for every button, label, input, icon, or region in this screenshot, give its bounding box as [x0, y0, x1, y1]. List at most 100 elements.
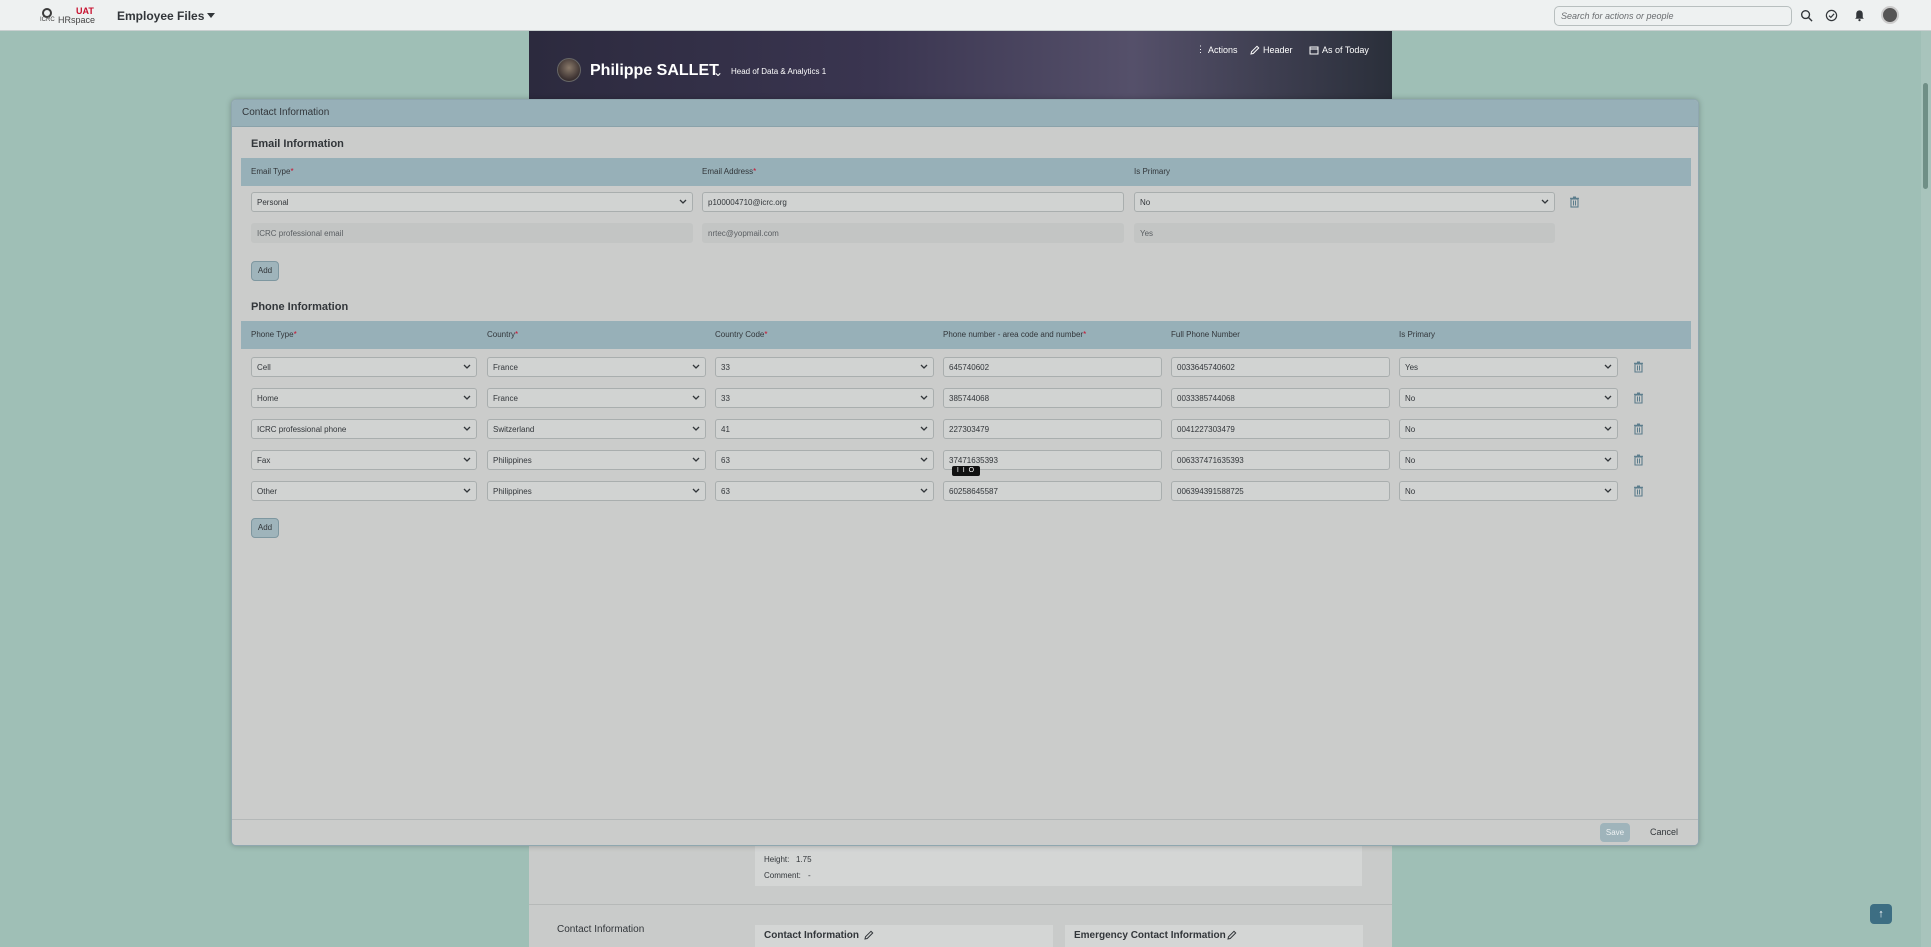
chevron-down-icon — [920, 488, 928, 493]
chevron-down-icon — [679, 199, 687, 204]
add-email-button[interactable]: Add — [251, 261, 279, 281]
phone-primary-select[interactable]: No — [1399, 419, 1618, 439]
delete-trash-icon[interactable] — [1633, 454, 1644, 466]
delete-trash-icon[interactable] — [1633, 361, 1644, 373]
as-of-today-button[interactable]: As of Today — [1309, 45, 1369, 55]
comment-value: - — [808, 871, 811, 880]
email-primary-header: Is Primary — [1134, 167, 1170, 176]
phone-number-input[interactable]: 227303479 — [943, 419, 1162, 439]
email-type-value: Personal — [257, 198, 289, 207]
phone-primary-value: No — [1405, 456, 1416, 465]
country-select[interactable]: Philippines — [487, 481, 706, 501]
email-type-value: ICRC professional email — [257, 229, 344, 238]
country-code-select[interactable]: 63 — [715, 450, 934, 470]
chevron-down-icon — [692, 457, 700, 462]
country-code-select[interactable]: 63 — [715, 481, 934, 501]
add-phone-button[interactable]: Add — [251, 518, 279, 538]
caret-down-icon — [207, 13, 216, 18]
phone-type-select[interactable]: Cell — [251, 357, 477, 377]
full-phone-input[interactable]: 0033645740602 — [1171, 357, 1390, 377]
country-code-value: 63 — [721, 487, 730, 496]
chevron-down-icon — [692, 395, 700, 400]
email-section-title: Email Information — [251, 138, 344, 150]
phone-primary-select[interactable]: Yes — [1399, 357, 1618, 377]
full-phone-header: Full Phone Number — [1171, 330, 1240, 339]
full-phone-input[interactable]: 0033385744068 — [1171, 388, 1390, 408]
employee-title: Head of Data & Analytics 1 — [731, 67, 827, 76]
phone-primary-select[interactable]: No — [1399, 450, 1618, 470]
section-divider — [529, 904, 1392, 905]
email-address-input[interactable]: p100004710@icrc.org — [702, 192, 1124, 212]
cancel-button[interactable]: Cancel — [1643, 823, 1685, 842]
search-icon[interactable] — [1800, 9, 1813, 22]
tasks-check-icon[interactable] — [1825, 9, 1838, 22]
phone-primary-value: No — [1405, 487, 1416, 496]
delete-trash-icon[interactable] — [1569, 196, 1580, 208]
country-select[interactable]: France — [487, 357, 706, 377]
country-code-select[interactable]: 33 — [715, 357, 934, 377]
edit-emergency-pencil-icon[interactable] — [1227, 930, 1237, 940]
phone-type-select[interactable]: Home — [251, 388, 477, 408]
phone-table-header: Phone Type* Country* Country Code* Phone… — [241, 321, 1691, 349]
country-header: Country* — [487, 330, 519, 339]
country-value: Philippines — [493, 456, 532, 465]
phone-primary-select[interactable]: No — [1399, 481, 1618, 501]
country-code-value: 63 — [721, 456, 730, 465]
email-address-value: nrtec@yopmail.com — [708, 229, 779, 238]
app-title: Employee Files — [117, 9, 205, 23]
notification-bell-icon[interactable] — [1853, 9, 1866, 22]
delete-trash-icon[interactable] — [1633, 485, 1644, 497]
app-logo[interactable]: ICRC UAT HRspace — [40, 6, 95, 26]
actions-button[interactable]: ⋮ Actions — [1196, 44, 1238, 55]
delete-trash-icon[interactable] — [1633, 423, 1644, 435]
full-phone-input[interactable]: 0041227303479 — [1171, 419, 1390, 439]
calendar-icon — [1309, 46, 1319, 55]
scroll-to-top-button[interactable]: ↑ — [1870, 904, 1892, 924]
full-phone-input[interactable]: 006337471635393 — [1171, 450, 1390, 470]
country-code-value: 41 — [721, 425, 730, 434]
chevron-down-icon — [1604, 488, 1612, 493]
scrollbar-thumb[interactable] — [1923, 83, 1928, 189]
delete-trash-icon[interactable] — [1633, 392, 1644, 404]
phone-type-select[interactable]: ICRC professional phone — [251, 419, 477, 439]
country-code-select[interactable]: 33 — [715, 388, 934, 408]
page-scrollbar[interactable] — [1921, 31, 1931, 947]
nav-contact-information[interactable]: Contact Information — [557, 924, 644, 935]
phone-type-value: Cell — [257, 363, 271, 372]
country-code-select[interactable]: 41 — [715, 419, 934, 439]
phone-type-header: Phone Type* — [251, 330, 297, 339]
search-input[interactable]: Search for actions or people — [1554, 6, 1792, 26]
phone-primary-value: Yes — [1405, 363, 1419, 372]
phone-number-input[interactable]: 385744068 — [943, 388, 1162, 408]
country-value: France — [493, 394, 518, 403]
country-select[interactable]: France — [487, 388, 706, 408]
chevron-down-icon[interactable]: ⌄ — [713, 65, 723, 79]
save-button[interactable]: Save — [1600, 823, 1630, 842]
phone-number-input[interactable]: 645740602 — [943, 357, 1162, 377]
email-primary-readonly: Yes — [1134, 223, 1555, 243]
pencil-icon — [1250, 45, 1260, 55]
country-select[interactable]: Switzerland — [487, 419, 706, 439]
full-phone-value: 006394391588725 — [1177, 487, 1244, 496]
phone-number-value: 37471635393 — [949, 456, 998, 465]
phone-primary-select[interactable]: No — [1399, 388, 1618, 408]
app-title-menu[interactable]: Employee Files — [117, 9, 216, 23]
email-type-select[interactable]: Personal — [251, 192, 693, 212]
country-code-header: Country Code* — [715, 330, 768, 339]
full-phone-value: 006337471635393 — [1177, 456, 1244, 465]
edit-contact-pencil-icon[interactable] — [864, 930, 874, 940]
full-phone-value: 0033385744068 — [1177, 394, 1235, 403]
email-primary-select[interactable]: No — [1134, 192, 1555, 212]
phone-type-select[interactable]: Fax — [251, 450, 477, 470]
phone-number-input[interactable]: 60258645587 — [943, 481, 1162, 501]
header-button[interactable]: Header — [1250, 45, 1293, 55]
full-phone-input[interactable]: 006394391588725 — [1171, 481, 1390, 501]
dialog-footer: Save Cancel — [232, 819, 1698, 845]
chevron-down-icon — [463, 488, 471, 493]
phone-type-select[interactable]: Other — [251, 481, 477, 501]
chevron-down-icon — [1541, 199, 1549, 204]
phone-primary-value: No — [1405, 425, 1416, 434]
user-avatar[interactable] — [1881, 6, 1899, 24]
employee-header: Philippe SALLET ⌄ Head of Data & Analyti… — [529, 31, 1392, 99]
country-select[interactable]: Philippines — [487, 450, 706, 470]
